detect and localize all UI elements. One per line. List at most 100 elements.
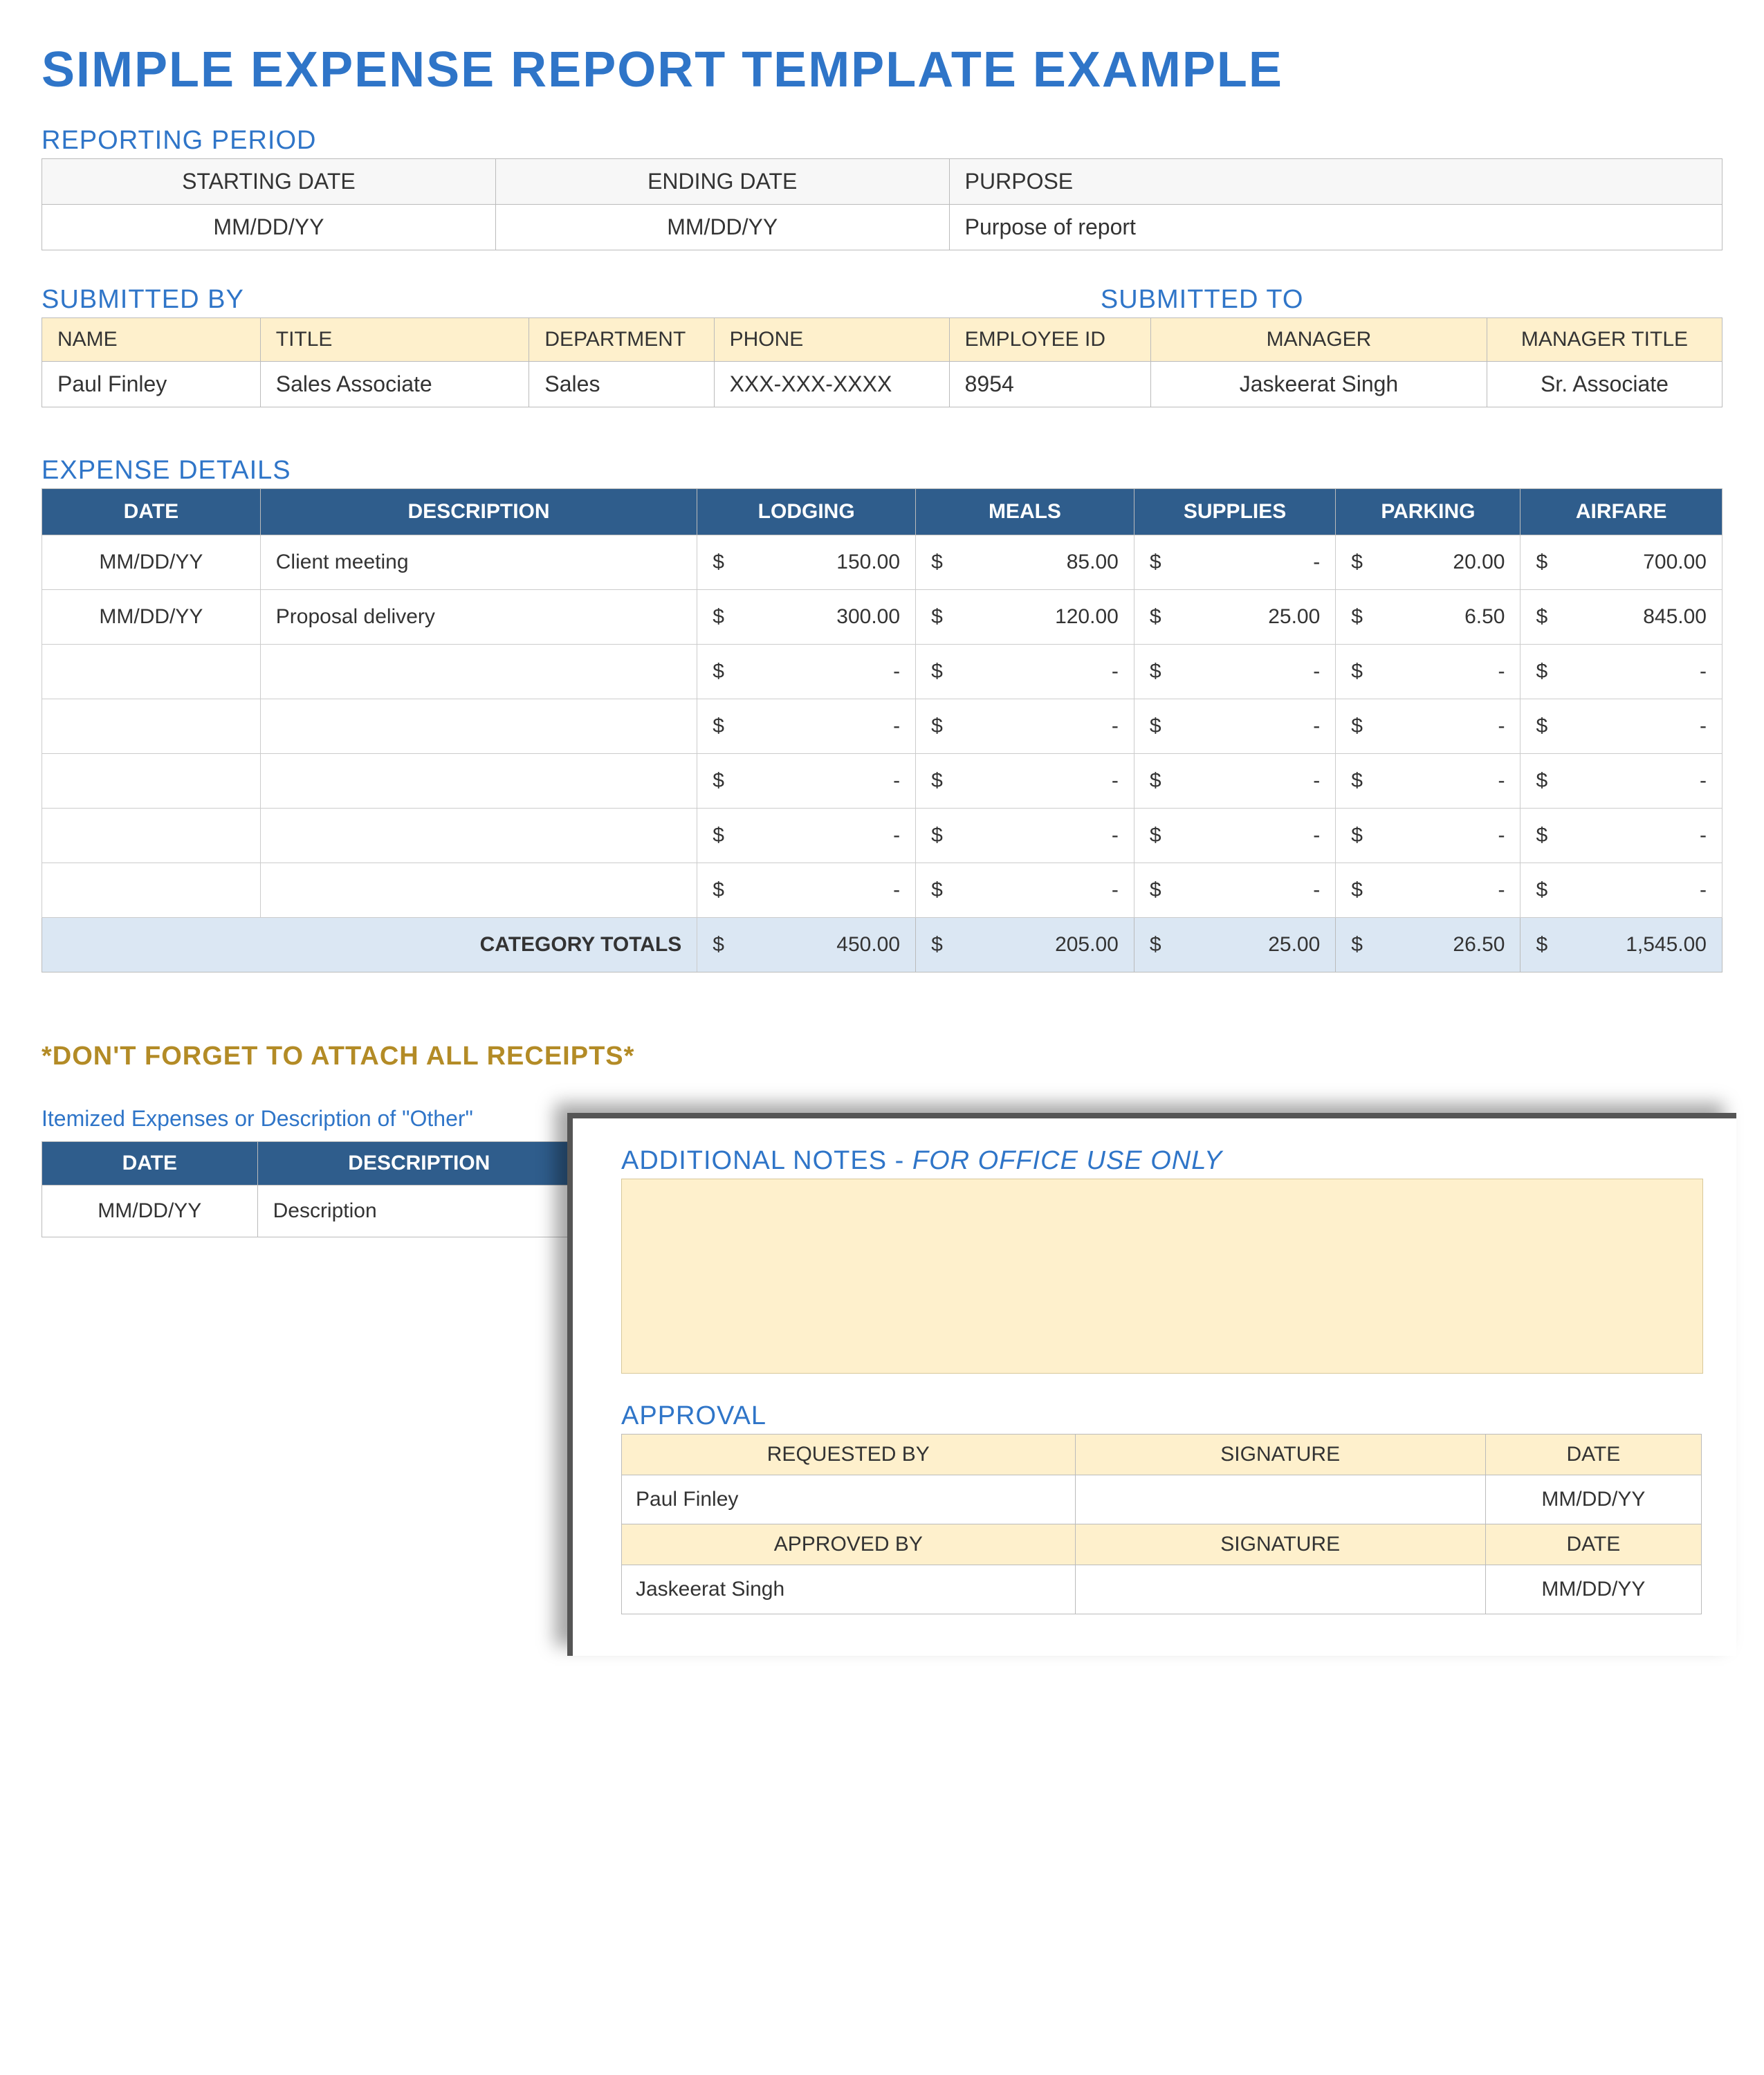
office-use-overlay: ADDITIONAL NOTES - FOR OFFICE USE ONLY A… [567, 1113, 1736, 1656]
sb-col-dept: DEPARTMENT [529, 318, 714, 362]
exp-amount[interactable]: $- [1134, 699, 1335, 754]
submitted-by-heading: SUBMITTED BY [42, 285, 1101, 315]
exp-amount[interactable]: $- [916, 754, 1134, 809]
rp-val-end[interactable]: MM/DD/YY [495, 205, 949, 250]
additional-notes-heading: ADDITIONAL NOTES - FOR OFFICE USE ONLY [621, 1146, 1702, 1176]
exp-amount[interactable]: $120.00 [916, 590, 1134, 645]
item-val-desc[interactable]: Description [257, 1186, 580, 1237]
page-title: SIMPLE EXPENSE REPORT TEMPLATE EXAMPLE [42, 42, 1722, 98]
exp-desc[interactable]: Client meeting [260, 535, 697, 590]
sb-val-name[interactable]: Paul Finley [42, 362, 261, 407]
rp-val-start[interactable]: MM/DD/YY [42, 205, 496, 250]
appr-approved-by[interactable]: Jaskeerat Singh [622, 1565, 1076, 1614]
appr-col-requested: REQUESTED BY [622, 1435, 1076, 1475]
exp-amount[interactable]: $- [697, 645, 916, 699]
exp-amount[interactable]: $- [1520, 699, 1722, 754]
exp-date[interactable]: MM/DD/YY [42, 535, 261, 590]
appr-date1[interactable]: MM/DD/YY [1485, 1475, 1701, 1524]
category-totals-label: CATEGORY TOTALS [42, 918, 697, 972]
rp-col-end: ENDING DATE [495, 159, 949, 205]
exp-date[interactable] [42, 645, 261, 699]
exp-amount[interactable]: $- [697, 809, 916, 863]
expense-details-heading: EXPENSE DETAILS [42, 456, 1722, 486]
expense-row: MM/DD/YYProposal delivery$300.00$120.00$… [42, 590, 1722, 645]
exp-date[interactable] [42, 754, 261, 809]
exp-amount[interactable]: $- [1134, 645, 1335, 699]
itemized-table: DATE DESCRIPTION MM/DD/YY Description [42, 1141, 581, 1237]
total-lodging: $450.00 [697, 918, 916, 972]
exp-col-supplies: SUPPLIES [1134, 489, 1335, 535]
exp-date[interactable]: MM/DD/YY [42, 590, 261, 645]
exp-date[interactable] [42, 863, 261, 918]
exp-amount[interactable]: $845.00 [1520, 590, 1722, 645]
exp-desc[interactable] [260, 863, 697, 918]
exp-amount[interactable]: $300.00 [697, 590, 916, 645]
appr-requested-by[interactable]: Paul Finley [622, 1475, 1076, 1524]
expense-row: $-$-$-$-$- [42, 699, 1722, 754]
appr-sig2[interactable] [1075, 1565, 1485, 1614]
exp-date[interactable] [42, 809, 261, 863]
exp-date[interactable] [42, 699, 261, 754]
exp-amount[interactable]: $- [1134, 809, 1335, 863]
appr-col-approved: APPROVED BY [622, 1524, 1076, 1565]
sb-val-title[interactable]: Sales Associate [260, 362, 529, 407]
item-col-date: DATE [42, 1142, 258, 1186]
sb-col-empid: EMPLOYEE ID [949, 318, 1150, 362]
exp-desc[interactable] [260, 809, 697, 863]
additional-notes-box[interactable] [621, 1179, 1703, 1374]
exp-amount[interactable]: $- [1520, 645, 1722, 699]
rp-val-purpose[interactable]: Purpose of report [949, 205, 1722, 250]
exp-amount[interactable]: $700.00 [1520, 535, 1722, 590]
appr-date2[interactable]: MM/DD/YY [1485, 1565, 1701, 1614]
exp-amount[interactable]: $- [916, 645, 1134, 699]
item-val-date[interactable]: MM/DD/YY [42, 1186, 258, 1237]
exp-amount[interactable]: $- [1134, 754, 1335, 809]
exp-desc[interactable] [260, 754, 697, 809]
appr-sig1[interactable] [1075, 1475, 1485, 1524]
exp-amount[interactable]: $- [916, 863, 1134, 918]
exp-amount[interactable]: $- [1336, 863, 1520, 918]
total-supplies: $25.00 [1134, 918, 1335, 972]
exp-amount[interactable]: $- [1134, 863, 1335, 918]
exp-amount[interactable]: $- [1520, 809, 1722, 863]
total-meals: $205.00 [916, 918, 1134, 972]
exp-desc[interactable] [260, 645, 697, 699]
st-val-mgrtitle[interactable]: Sr. Associate [1487, 362, 1722, 407]
exp-amount[interactable]: $- [1134, 535, 1335, 590]
sb-val-dept[interactable]: Sales [529, 362, 714, 407]
exp-col-date: DATE [42, 489, 261, 535]
submitted-table: NAME TITLE DEPARTMENT PHONE EMPLOYEE ID … [42, 317, 1722, 407]
expense-row: $-$-$-$-$- [42, 645, 1722, 699]
exp-col-desc: DESCRIPTION [260, 489, 697, 535]
exp-desc[interactable]: Proposal delivery [260, 590, 697, 645]
exp-amount[interactable]: $- [916, 699, 1134, 754]
appr-col-sig2: SIGNATURE [1075, 1524, 1485, 1565]
st-col-mgrtitle: MANAGER TITLE [1487, 318, 1722, 362]
exp-amount[interactable]: $- [1520, 863, 1722, 918]
sb-val-phone[interactable]: XXX-XXX-XXXX [714, 362, 949, 407]
exp-amount[interactable]: $- [1336, 809, 1520, 863]
receipts-note: *DON'T FORGET TO ATTACH ALL RECEIPTS* [42, 1042, 1722, 1071]
exp-amount[interactable]: $85.00 [916, 535, 1134, 590]
sb-val-empid[interactable]: 8954 [949, 362, 1150, 407]
exp-amount[interactable]: $6.50 [1336, 590, 1520, 645]
exp-amount[interactable]: $- [697, 699, 916, 754]
exp-col-lodging: LODGING [697, 489, 916, 535]
exp-amount[interactable]: $- [1336, 754, 1520, 809]
exp-amount[interactable]: $- [1336, 645, 1520, 699]
exp-amount[interactable]: $- [916, 809, 1134, 863]
item-col-desc: DESCRIPTION [257, 1142, 580, 1186]
exp-desc[interactable] [260, 699, 697, 754]
exp-amount[interactable]: $- [697, 863, 916, 918]
exp-amount[interactable]: $20.00 [1336, 535, 1520, 590]
exp-amount[interactable]: $- [697, 754, 916, 809]
exp-col-airfare: AIRFARE [1520, 489, 1722, 535]
exp-amount[interactable]: $25.00 [1134, 590, 1335, 645]
reporting-period-table: STARTING DATE ENDING DATE PURPOSE MM/DD/… [42, 158, 1722, 250]
exp-amount[interactable]: $- [1336, 699, 1520, 754]
sb-col-name: NAME [42, 318, 261, 362]
reporting-period-heading: REPORTING PERIOD [42, 126, 1722, 156]
exp-amount[interactable]: $- [1520, 754, 1722, 809]
st-val-mgr[interactable]: Jaskeerat Singh [1151, 362, 1487, 407]
exp-amount[interactable]: $150.00 [697, 535, 916, 590]
